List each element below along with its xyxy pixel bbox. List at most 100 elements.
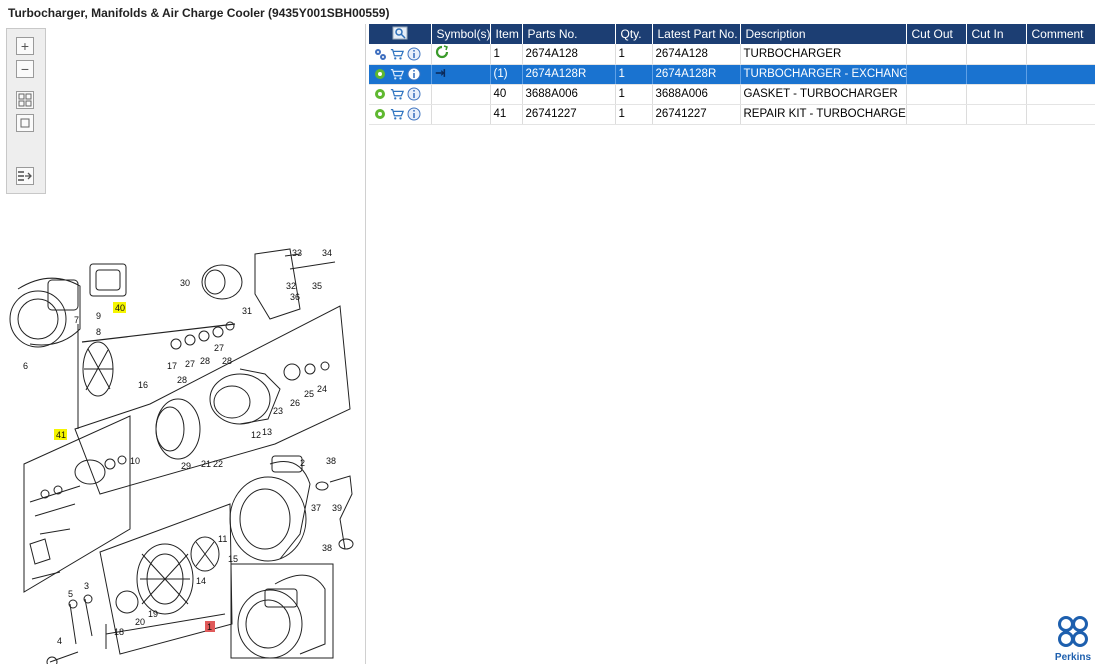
cell-item: (1) bbox=[490, 64, 523, 85]
cell-qty: 1 bbox=[615, 44, 653, 65]
table-row-selected[interactable]: (1) 2674A128R 1 2674A128R TURBOCHARGER -… bbox=[369, 64, 1095, 85]
cell-item: 41 bbox=[490, 104, 523, 125]
info-icon[interactable] bbox=[407, 87, 421, 101]
zoom-out-button[interactable]: − bbox=[16, 60, 34, 78]
cell-comment bbox=[1026, 104, 1095, 125]
callout-41[interactable]: 41 bbox=[56, 430, 66, 440]
add-to-cart-icon[interactable] bbox=[390, 47, 404, 61]
zoom-in-icon: + bbox=[20, 38, 30, 54]
actual-size-button[interactable] bbox=[16, 114, 34, 132]
toggle-panel-button[interactable] bbox=[16, 167, 34, 185]
callout-11: 11 bbox=[218, 534, 227, 544]
callout-7: 7 bbox=[74, 315, 79, 325]
settings-gear-icon[interactable] bbox=[373, 107, 387, 121]
add-to-cart-icon[interactable] bbox=[390, 107, 404, 121]
callout-15: 15 bbox=[228, 554, 238, 564]
actual-size-icon bbox=[20, 118, 30, 128]
perkins-logo-text: Perkins bbox=[1054, 652, 1092, 663]
callout-37: 37 bbox=[311, 503, 321, 513]
callout-10: 10 bbox=[130, 456, 140, 466]
settings-gear-icon[interactable] bbox=[373, 67, 387, 81]
header-parts-no[interactable]: Parts No. bbox=[522, 24, 616, 44]
toggle-panel-icon bbox=[18, 171, 32, 181]
cell-cut-out bbox=[906, 84, 967, 105]
exchange-icon bbox=[435, 66, 449, 80]
table-row[interactable]: 1 2674A128 1 2674A128 TURBOCHARGER bbox=[369, 44, 1095, 65]
zoom-out-icon: − bbox=[20, 61, 30, 77]
cell-cut-out bbox=[906, 44, 967, 65]
exploded-parts-diagram: 33 34 30 32 35 36 31 40 7 9 8 6 27 28 28… bbox=[9, 248, 354, 664]
callout-28b: 28 bbox=[200, 356, 210, 366]
zoom-in-button[interactable]: + bbox=[16, 37, 34, 55]
callout-4: 4 bbox=[57, 636, 62, 646]
callout-38b: 38 bbox=[322, 543, 332, 553]
page-title: Turbocharger, Manifolds & Air Charge Coo… bbox=[8, 6, 390, 20]
parts-table-panel: Symbol(s) Item Parts No. Qty. Latest Par… bbox=[369, 24, 1095, 664]
header-symbols[interactable]: Symbol(s) bbox=[431, 24, 491, 44]
table-header-row: Symbol(s) Item Parts No. Qty. Latest Par… bbox=[369, 24, 1095, 44]
zoom-toolbar: + − bbox=[6, 28, 46, 194]
info-icon[interactable] bbox=[407, 67, 421, 81]
header-latest-part-no[interactable]: Latest Part No. bbox=[652, 24, 741, 44]
info-icon[interactable] bbox=[407, 107, 421, 121]
perkins-logo-mark bbox=[1058, 616, 1088, 647]
cell-cut-in bbox=[966, 44, 1027, 65]
cell-latest-part-no: 2674A128 bbox=[652, 44, 741, 65]
view-details-icon bbox=[392, 26, 408, 39]
callout-14: 14 bbox=[196, 576, 206, 586]
cell-description: REPAIR KIT - TURBOCHARGER bbox=[740, 104, 907, 125]
cell-latest-part-no: 2674A128R bbox=[652, 64, 741, 85]
cell-description: GASKET - TURBOCHARGER bbox=[740, 84, 907, 105]
perkins-logo: Perkins bbox=[1053, 614, 1093, 664]
fit-all-button[interactable] bbox=[16, 91, 34, 109]
header-item[interactable]: Item bbox=[490, 24, 523, 44]
callout-23: 23 bbox=[273, 406, 283, 416]
callout-16: 16 bbox=[138, 380, 148, 390]
callout-38a: 38 bbox=[326, 456, 336, 466]
callout-2: 2 bbox=[300, 458, 305, 468]
parts-table: Symbol(s) Item Parts No. Qty. Latest Par… bbox=[369, 24, 1095, 125]
add-to-cart-icon[interactable] bbox=[390, 67, 404, 81]
add-to-cart-icon[interactable] bbox=[390, 87, 404, 101]
cell-comment bbox=[1026, 64, 1095, 85]
table-row[interactable]: 41 26741227 1 26741227 REPAIR KIT - TURB… bbox=[369, 104, 1095, 125]
settings-gear-icon[interactable] bbox=[373, 87, 387, 101]
callout-19: 19 bbox=[148, 609, 158, 619]
callout-17: 17 bbox=[167, 361, 177, 371]
table-row[interactable]: 40 3688A006 1 3688A006 GASKET - TURBOCHA… bbox=[369, 84, 1095, 105]
callout-1[interactable]: 1 bbox=[207, 622, 212, 632]
cell-item: 40 bbox=[490, 84, 523, 105]
callout-34: 34 bbox=[322, 248, 332, 258]
cell-qty: 1 bbox=[615, 64, 653, 85]
callout-5: 5 bbox=[68, 589, 73, 599]
callout-33: 33 bbox=[292, 248, 302, 258]
header-comment[interactable]: Comment bbox=[1026, 24, 1095, 44]
header-cut-out[interactable]: Cut Out bbox=[906, 24, 967, 44]
header-qty[interactable]: Qty. bbox=[615, 24, 653, 44]
settings-gears-icon[interactable] bbox=[373, 47, 387, 61]
cell-cut-out bbox=[906, 64, 967, 85]
cell-cut-in bbox=[966, 64, 1027, 85]
cell-cut-in bbox=[966, 84, 1027, 105]
header-cut-in[interactable]: Cut In bbox=[966, 24, 1027, 44]
callout-21: 21 bbox=[201, 459, 211, 469]
cell-latest-part-no: 3688A006 bbox=[652, 84, 741, 105]
callout-20: 20 bbox=[135, 617, 145, 627]
callout-27b: 27 bbox=[185, 359, 195, 369]
callout-26: 26 bbox=[290, 398, 300, 408]
header-description[interactable]: Description bbox=[740, 24, 907, 44]
info-icon[interactable] bbox=[407, 47, 421, 61]
cell-qty: 1 bbox=[615, 104, 653, 125]
callout-30: 30 bbox=[180, 278, 190, 288]
callout-18: 18 bbox=[114, 627, 124, 637]
callout-40[interactable]: 40 bbox=[115, 303, 125, 313]
callout-32: 32 bbox=[286, 281, 296, 291]
callout-8: 8 bbox=[96, 327, 101, 337]
cell-comment bbox=[1026, 44, 1095, 65]
callout-6: 6 bbox=[23, 361, 28, 371]
header-icon[interactable] bbox=[369, 24, 432, 44]
cell-description: TURBOCHARGER - EXCHANGE bbox=[740, 64, 907, 85]
callout-35: 35 bbox=[312, 281, 322, 291]
diagram-panel[interactable]: + − 33 34 30 32 35 36 31 40 7 9 8 6 27 2… bbox=[0, 24, 366, 664]
callout-13: 13 bbox=[262, 427, 272, 437]
